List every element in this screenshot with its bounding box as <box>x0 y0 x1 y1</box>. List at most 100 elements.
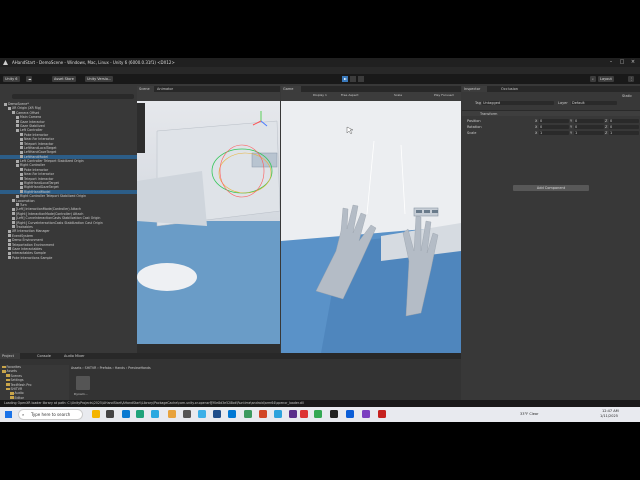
hierarchy-row-label: [Right] InteractionMode(Controller) Atta… <box>16 211 84 216</box>
hierarchy-search-input[interactable] <box>12 94 134 99</box>
hierarchy-row-label: Teleport Interactor <box>24 176 54 181</box>
maximize-icon[interactable]: □ <box>617 58 627 67</box>
scene-bottom-overlay[interactable] <box>137 344 280 353</box>
close-icon[interactable]: × <box>628 58 638 67</box>
taskbar-search-input[interactable]: Type here to search <box>18 409 83 420</box>
transform-header[interactable]: Transform <box>462 110 640 116</box>
project-tree-label: Audio <box>14 391 24 396</box>
transform-y-field[interactable]: 0 <box>574 125 604 129</box>
app-icon-9[interactable] <box>244 410 252 418</box>
axis-label: X <box>535 119 538 123</box>
step-button[interactable] <box>358 76 364 82</box>
task-view-icon[interactable] <box>106 410 114 418</box>
folder-icon <box>6 383 10 386</box>
hierarchy-row-label: LeftHandModel <box>24 154 48 159</box>
unity-taskbar-icon[interactable] <box>330 410 338 418</box>
hierarchy-row-label: Poke Interactions Sample <box>12 255 53 260</box>
gameobject-icon <box>20 172 23 176</box>
layout-dropdown[interactable]: Layout <box>598 76 614 82</box>
app-icon-6[interactable] <box>198 410 206 418</box>
play-button[interactable] <box>342 76 348 82</box>
hierarchy-row-label: Main Camera <box>20 115 42 120</box>
breadcrumb[interactable]: Assets › SHITVR › Prefabs › Hands › Prev… <box>71 366 151 370</box>
axis-label: Z <box>605 125 608 129</box>
hierarchy-row-label: Turn <box>20 202 27 207</box>
game-toolbar: Display 1 Free Aspect Scale Play Focused <box>281 92 461 101</box>
scene-panel: Scene Animator <box>137 86 280 353</box>
transform-y-field[interactable]: 0 <box>574 119 604 123</box>
app-icon-10[interactable] <box>259 410 267 418</box>
hierarchy-row-label: Gaze Stabilized <box>20 123 45 128</box>
app-icon-7[interactable] <box>213 410 221 418</box>
axis-label: Y <box>570 131 573 135</box>
search-icon[interactable]: ⌕ <box>590 76 596 82</box>
hierarchy-row-label: RightHandGazeTarget <box>24 185 59 190</box>
gameobject-icon <box>20 185 23 189</box>
transform-y-field[interactable]: 1 <box>574 131 604 135</box>
layer-label: Layer <box>558 101 568 105</box>
visual-studio-icon[interactable] <box>362 410 370 418</box>
hierarchy-row-label: Right Controller Teleport Stabilized Ori… <box>20 194 87 199</box>
layer-dropdown[interactable]: Default <box>571 101 617 105</box>
hierarchy-row-label: Gaze Interactables <box>12 246 42 251</box>
minimize-icon[interactable]: – <box>606 58 616 67</box>
static-toggle[interactable]: Static <box>622 94 632 98</box>
scene-viewport[interactable] <box>137 101 280 353</box>
hierarchy-row-label: XR Origin (XR Rig) <box>12 106 42 111</box>
app-icon-5[interactable] <box>183 410 191 418</box>
play-focused-dropdown[interactable]: Play Focused <box>432 92 454 98</box>
widget-icon[interactable] <box>92 410 100 418</box>
axis-label: X <box>535 131 538 135</box>
gameobject-icon <box>16 115 19 119</box>
gameobject-icon <box>20 137 23 141</box>
app-icon-3[interactable] <box>151 410 159 418</box>
hierarchy-row-label: Camera Offset <box>16 110 40 115</box>
aspect-dropdown[interactable]: Free Aspect <box>339 92 359 98</box>
chrome-2-icon[interactable] <box>314 410 322 418</box>
hierarchy-row-label: Left Controller Teleport Stabilized Orig… <box>20 159 84 164</box>
scene-tools-overlay[interactable] <box>137 103 145 153</box>
game-viewport[interactable] <box>281 101 461 353</box>
app-icon-8[interactable] <box>228 410 236 418</box>
app-icon-12[interactable] <box>289 410 297 418</box>
windows-start-icon[interactable] <box>5 411 12 418</box>
gameobject-icon <box>12 111 15 115</box>
gameobject-icon <box>20 146 23 150</box>
weather-text[interactable]: 33°F Clear <box>520 412 538 417</box>
file-explorer-icon[interactable] <box>168 410 176 418</box>
gameobject-icon <box>12 212 15 216</box>
display-dropdown[interactable]: Display 1 <box>311 92 327 98</box>
app-icon-17[interactable] <box>378 410 386 418</box>
tag-dropdown[interactable]: Untagged <box>482 101 554 105</box>
transform-x-field[interactable]: 0 <box>539 119 569 123</box>
hierarchy-row[interactable]: Poke Interactions Sample <box>0 256 137 260</box>
edge-icon[interactable] <box>122 410 130 418</box>
transform-x-field[interactable]: 0 <box>539 125 569 129</box>
edge-dev-icon[interactable] <box>136 410 144 418</box>
version-control-button[interactable]: Unity Versio... <box>85 76 114 82</box>
transform-z-field[interactable]: 0 <box>609 125 639 129</box>
transform-z-field[interactable]: 1 <box>609 131 639 135</box>
pause-button[interactable] <box>350 76 356 82</box>
chrome-icon[interactable] <box>300 410 308 418</box>
game-panel: Game Display 1 Free Aspect Scale Play Fo… <box>281 86 461 353</box>
hierarchy-row-label: [Left] CurveInteractionCasts Stabilizati… <box>16 216 101 221</box>
app-icon-15[interactable] <box>346 410 354 418</box>
hierarchy-row-label: Poke Interactor <box>24 167 49 172</box>
app-icon-11[interactable] <box>274 410 282 418</box>
asset-store-button[interactable]: Asset Store <box>52 76 76 82</box>
transform-z-field[interactable]: 0 <box>609 119 639 123</box>
hierarchy-panel: DemoScene* XR Origin (XR Rig) Camera Offse… <box>0 86 137 354</box>
transform-x-field[interactable]: 1 <box>539 131 569 135</box>
scale-slider[interactable]: Scale <box>392 92 402 98</box>
add-component-button[interactable]: Add Component <box>513 185 589 191</box>
account-button[interactable]: Unity 6 <box>3 76 20 82</box>
gameobject-icon <box>16 128 19 132</box>
settings-icon[interactable]: ⋮ <box>628 76 634 82</box>
clock-date[interactable]: 1/11/2025 <box>600 414 618 419</box>
prefab-asset-thumbnail[interactable] <box>76 376 90 390</box>
hierarchy-row-label: Interactables Sample <box>12 251 46 256</box>
cloud-icon[interactable]: ☁ <box>26 76 32 82</box>
hierarchy-row-label: [Left] InteractionMode(Controller) Attac… <box>16 207 82 212</box>
scene-geometry <box>137 111 280 291</box>
